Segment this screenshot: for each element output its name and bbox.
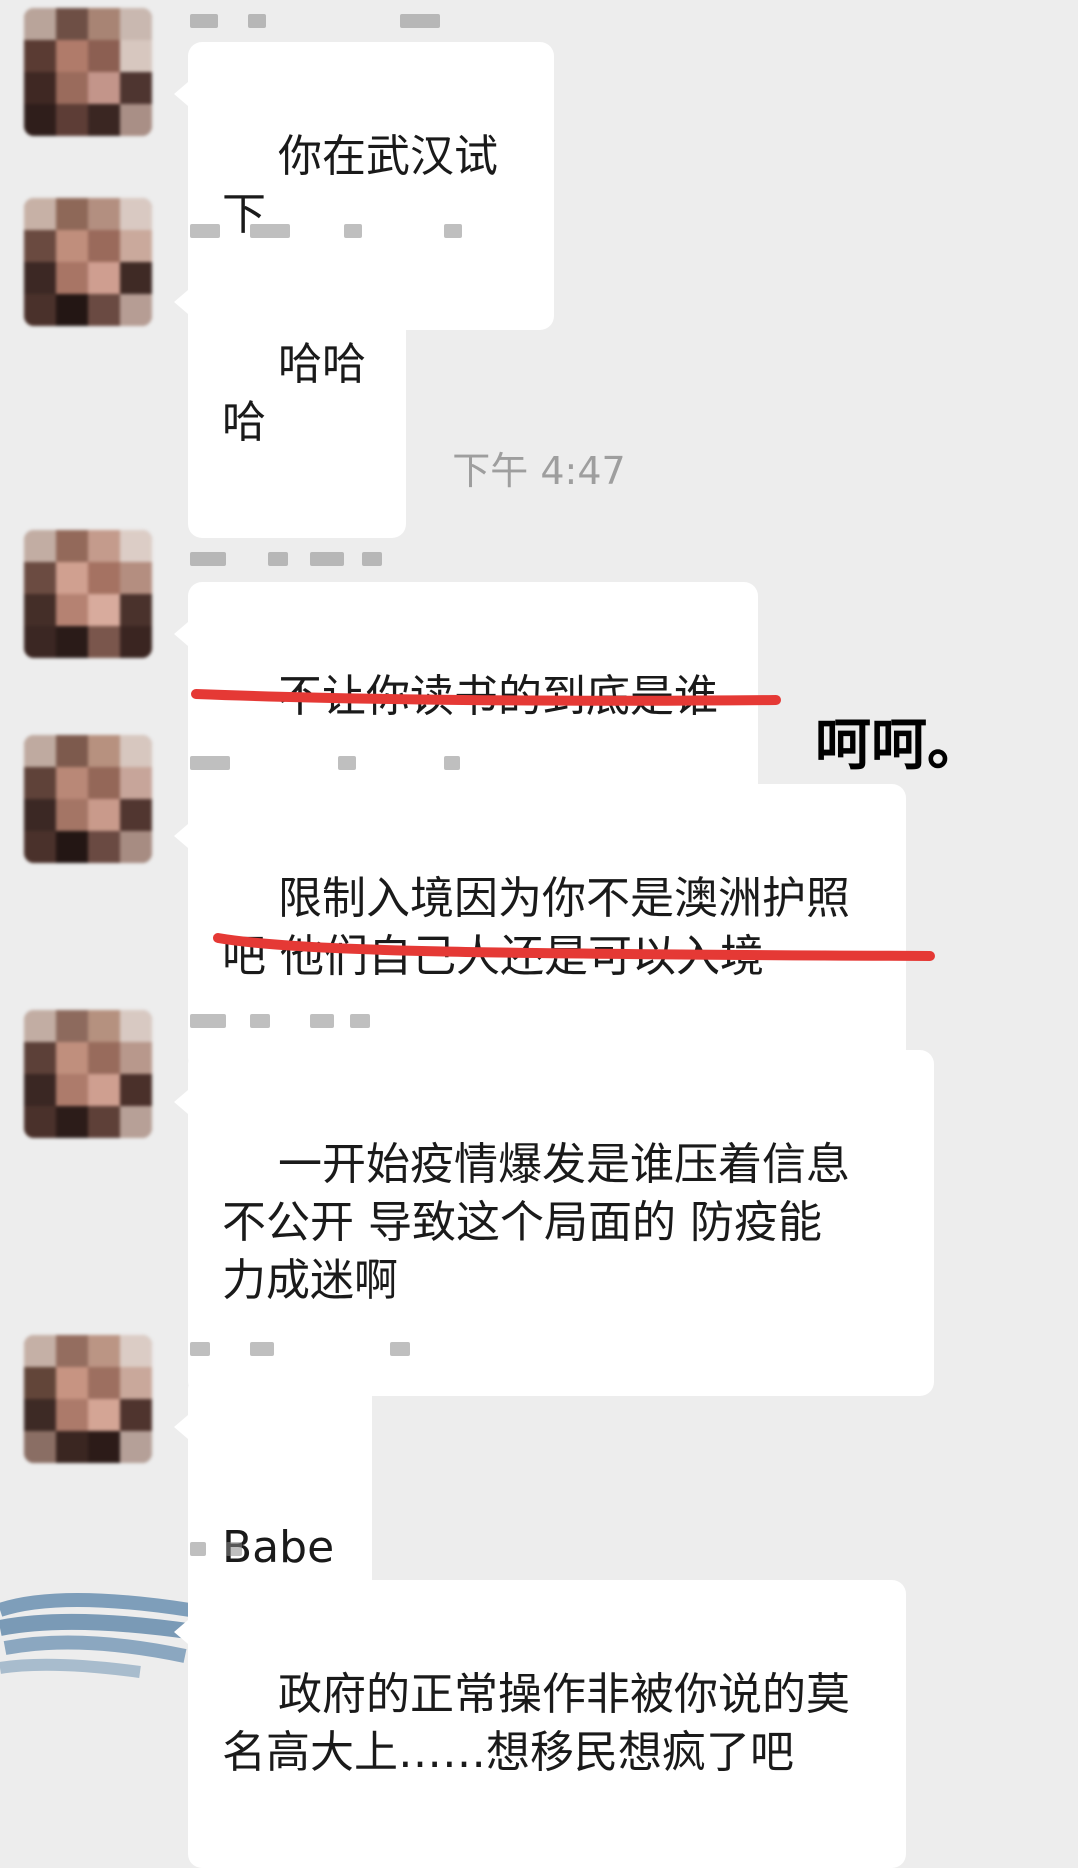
sender-name-redacted: [190, 220, 462, 242]
timestamp: 下午 4:47: [452, 449, 626, 493]
sender-name-redacted: [190, 752, 460, 774]
message-text: 政府的正常操作非被你说的莫 名高大上……想移民想疯了吧: [222, 1669, 850, 1778]
chat-window: 你在武汉试下 哈哈哈 下午 4:47 不让你读书的到底是谁 呵呵。 限制入境因为…: [0, 0, 1078, 1868]
red-underline: [213, 933, 935, 961]
message-text: 一开始疫情爆发是谁压着信息 不公开 导致这个局面的 防疫能 力成迷啊: [222, 1139, 850, 1306]
message-bubble[interactable]: 政府的正常操作非被你说的莫 名高大上……想移民想疯了吧: [174, 1580, 906, 1868]
message-text: 哈哈哈: [222, 339, 366, 448]
avatar[interactable]: [24, 1010, 152, 1138]
scribble-redaction: [0, 1593, 197, 1678]
sender-name-redacted: [190, 1538, 440, 1560]
annotation-text: 呵呵。: [815, 713, 983, 778]
sender-name-redacted: [190, 10, 440, 32]
avatar[interactable]: [24, 735, 152, 863]
avatar[interactable]: [24, 198, 152, 326]
sender-name-redacted: [190, 1010, 440, 1032]
avatar[interactable]: [24, 1335, 152, 1463]
sender-name-redacted: [190, 1338, 440, 1360]
sender-name-redacted: [190, 548, 440, 570]
avatar[interactable]: [24, 8, 152, 136]
avatar[interactable]: [24, 530, 152, 658]
